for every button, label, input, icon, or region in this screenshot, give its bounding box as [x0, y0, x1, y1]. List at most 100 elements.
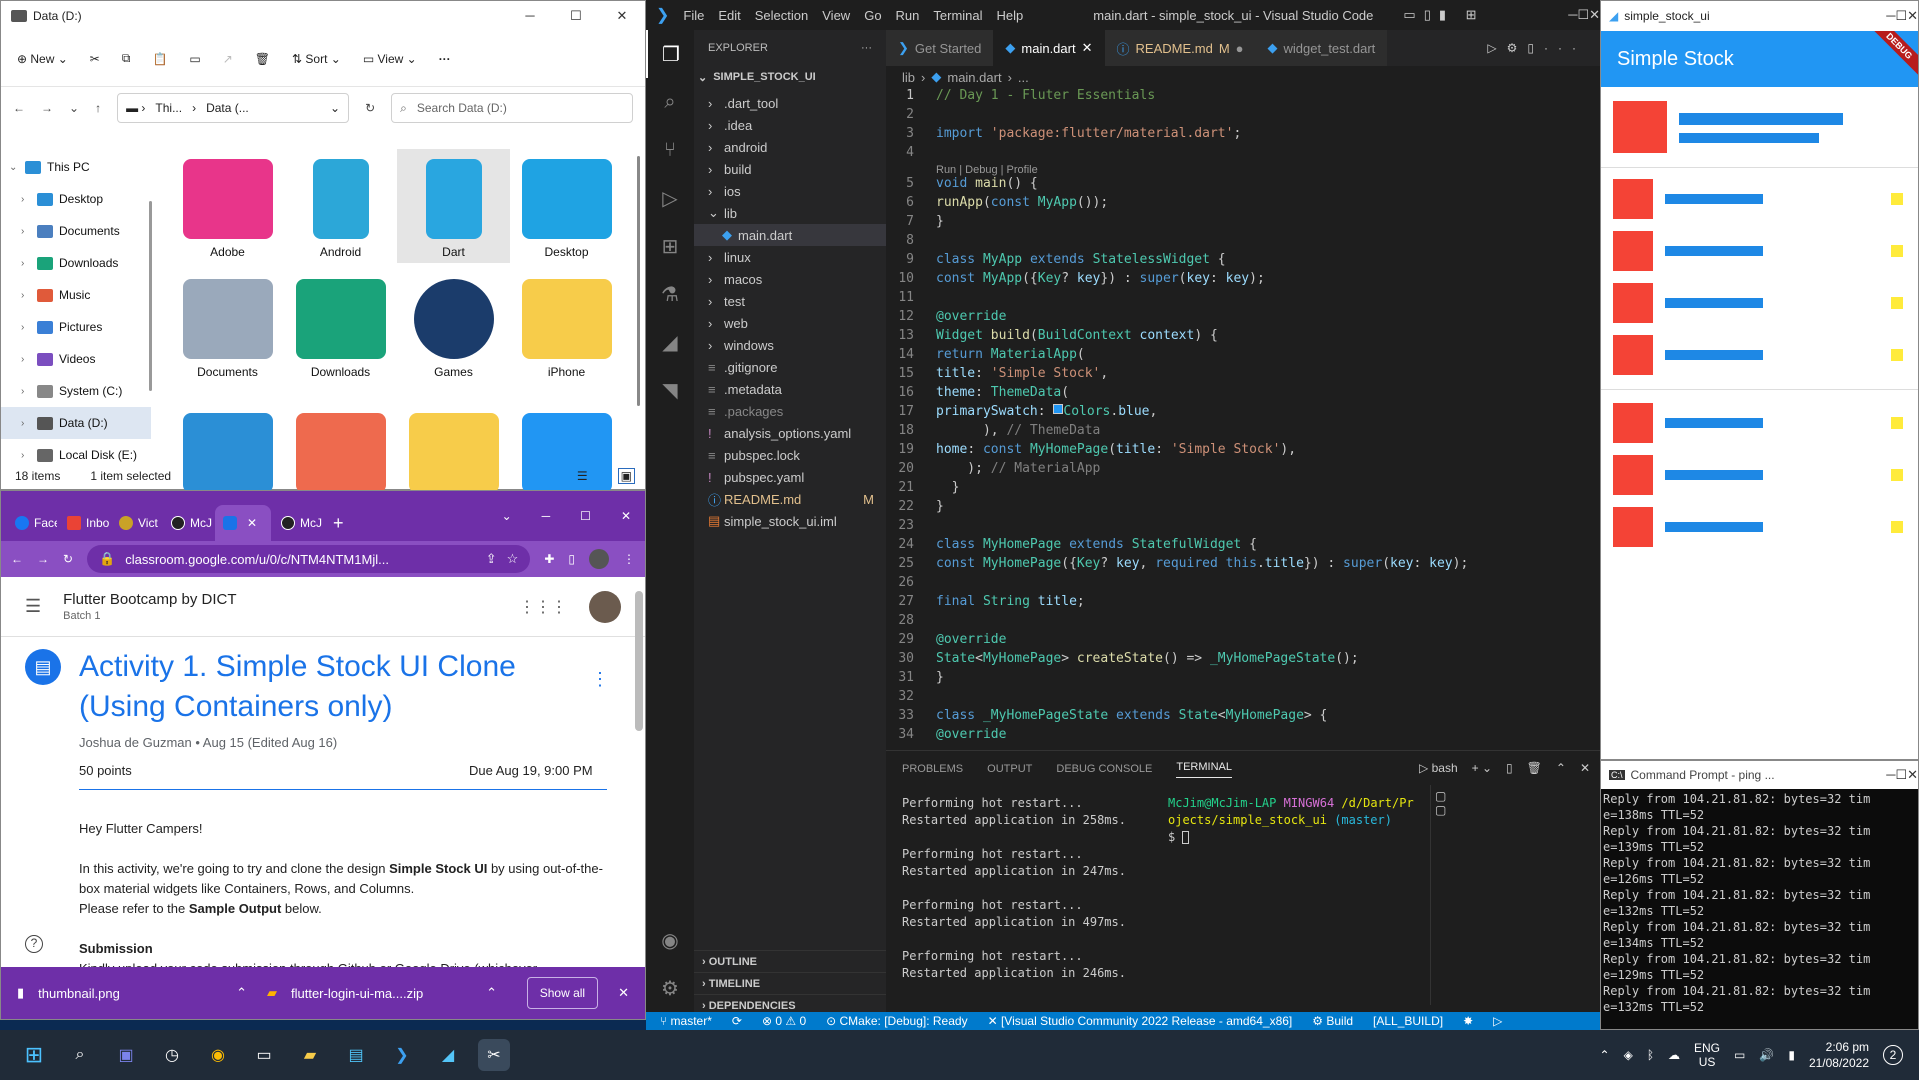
chevron-icon[interactable]: ›: [21, 322, 31, 333]
tree-item[interactable]: ◆ main.dart: [694, 224, 886, 246]
new-button[interactable]: ⊕ New ⌄: [17, 52, 68, 66]
chevron-up-icon[interactable]: ⌃: [236, 985, 247, 1001]
editor-actions[interactable]: ▷⚙▯···: [1487, 41, 1600, 55]
flutter-icon[interactable]: ◢: [646, 318, 694, 366]
back-icon[interactable]: ←: [11, 552, 23, 566]
up-icon[interactable]: ↑: [95, 101, 101, 115]
cmake-kit[interactable]: ✕ [Visual Studio Community 2022 Release …: [988, 1014, 1293, 1028]
menu-edit[interactable]: Edit: [718, 8, 740, 23]
clock[interactable]: 2:06 pm 21/08/2022: [1809, 1039, 1869, 1071]
tab-facebook[interactable]: Face: [7, 505, 57, 541]
explorer-titlebar[interactable]: Data (D:) ─ ☐ ✕: [1, 1, 645, 31]
file-item[interactable]: Downloads: [284, 269, 397, 383]
nav-item-pictures[interactable]: › Pictures: [1, 311, 151, 343]
editor-tab[interactable]: ❯ Get Started: [886, 30, 994, 66]
account-icon[interactable]: ◉: [646, 916, 694, 964]
terminal-tabs[interactable]: ▢ ▢: [1430, 785, 1454, 1005]
download-item[interactable]: ▰ flutter-login-ui-ma....zip ⌃: [267, 985, 497, 1001]
nav-item-data-d-[interactable]: › Data (D:): [1, 407, 151, 439]
search-icon[interactable]: ⌕: [64, 1039, 96, 1071]
tree-item[interactable]: ! analysis_options.yaml: [694, 422, 886, 444]
forward-icon[interactable]: →: [41, 101, 53, 115]
search-input[interactable]: ⌕ Search Data (D:): [391, 93, 633, 123]
snipping-tool-icon[interactable]: ✂: [478, 1039, 510, 1071]
file-explorer-icon[interactable]: ▰: [294, 1039, 326, 1071]
chrome-menu-icon[interactable]: ⋮: [623, 552, 635, 566]
settings-gear-icon[interactable]: ⚙: [646, 964, 694, 1012]
file-item[interactable]: Dart: [397, 149, 510, 263]
chevron-up-icon[interactable]: ⌃: [486, 985, 497, 1001]
widgets-icon[interactable]: ◷: [156, 1039, 188, 1071]
outline-section[interactable]: › OUTLINE: [694, 950, 886, 972]
start-windows-icon[interactable]: ⊞: [18, 1039, 50, 1071]
onedrive-icon[interactable]: ☁: [1668, 1048, 1680, 1062]
view-button[interactable]: ▭ View ⌄: [363, 52, 417, 66]
chevron-icon[interactable]: ⌄: [9, 162, 19, 173]
terminal-output[interactable]: Performing hot restart... Restarted appli…: [902, 795, 1162, 982]
sync-icon[interactable]: ⟳: [732, 1014, 742, 1028]
codelens-run-debug[interactable]: Run | Debug | Profile: [936, 164, 1038, 176]
tree-item[interactable]: › linux: [694, 246, 886, 268]
minimize-button[interactable]: ─: [542, 509, 551, 523]
tree-item[interactable]: › windows: [694, 334, 886, 356]
menu-help[interactable]: Help: [997, 8, 1024, 23]
file-item[interactable]: Games: [397, 269, 510, 383]
terminal-icon[interactable]: ▭: [248, 1039, 280, 1071]
refresh-icon[interactable]: ↻: [365, 101, 375, 115]
tree-item[interactable]: ⓘ README.md M: [694, 488, 886, 510]
breadcrumb-data[interactable]: Data (...: [206, 101, 249, 115]
nav-item-this-pc[interactable]: ⌄ This PC: [1, 151, 151, 183]
menu-terminal[interactable]: Terminal: [933, 8, 982, 23]
tree-item[interactable]: › android: [694, 136, 886, 158]
close-button[interactable]: ✕: [1907, 767, 1918, 782]
testing-icon[interactable]: ⚗: [646, 270, 694, 318]
debug-icon[interactable]: ✸: [1463, 1014, 1473, 1028]
file-item[interactable]: Adobe: [171, 149, 284, 263]
panel-tab-problems[interactable]: PROBLEMS: [902, 763, 963, 775]
chevron-icon[interactable]: ›: [21, 354, 31, 365]
tree-item[interactable]: ▤ simple_stock_ui.iml: [694, 510, 886, 532]
split-terminal-icon[interactable]: ▯: [1506, 761, 1513, 775]
git-branch[interactable]: ⑂ master*: [660, 1014, 712, 1028]
address-bar[interactable]: ▬ › Thi... › Data (... ⌄: [117, 93, 350, 123]
search-icon[interactable]: ⌕: [646, 78, 694, 126]
tiles-view-icon[interactable]: ▣: [617, 468, 635, 484]
close-panel-icon[interactable]: ✕: [1580, 761, 1590, 775]
network-icon[interactable]: ▭: [1734, 1048, 1745, 1062]
run-debug-icon[interactable]: ▷: [646, 174, 694, 222]
nav-item-downloads[interactable]: › Downloads: [1, 247, 151, 279]
editor-tab[interactable]: ⓘ README.md M ●: [1104, 30, 1256, 66]
tree-item[interactable]: ≡ .gitignore: [694, 356, 886, 378]
paste-icon[interactable]: 📋: [152, 52, 167, 66]
nav-item-music[interactable]: › Music: [1, 279, 151, 311]
editor-tab[interactable]: ◆ widget_test.dart: [1255, 30, 1388, 66]
more-icon[interactable]: ···: [861, 42, 872, 54]
tab-vict[interactable]: Vict: [111, 505, 161, 541]
reload-icon[interactable]: ↻: [63, 552, 73, 566]
chevron-icon[interactable]: ›: [21, 450, 31, 461]
new-terminal-icon[interactable]: + ⌄: [1472, 761, 1492, 775]
rename-icon[interactable]: ▭: [189, 52, 200, 66]
tray-chevron-icon[interactable]: ⌃: [1600, 1048, 1610, 1062]
menu-file[interactable]: File: [683, 8, 704, 23]
tree-item[interactable]: ≡ .packages: [694, 400, 886, 422]
breadcrumb-file[interactable]: main.dart: [947, 70, 1001, 85]
nav-scrollbar[interactable]: [149, 201, 152, 391]
notification-badge[interactable]: 2: [1883, 1045, 1903, 1065]
tree-item[interactable]: › ios: [694, 180, 886, 202]
url-bar[interactable]: 🔒 classroom.google.com/u/0/c/NTM4NTM1Mjl…: [87, 545, 531, 573]
tab-gmail[interactable]: Inbo: [59, 505, 109, 541]
menu-run[interactable]: Run: [896, 8, 920, 23]
bluetooth-icon[interactable]: ᛒ: [1647, 1048, 1654, 1062]
maximize-button[interactable]: ☐: [1577, 7, 1589, 22]
chevron-icon[interactable]: ›: [21, 258, 31, 269]
problems-count[interactable]: ⊗ 0 ⚠ 0: [762, 1014, 806, 1028]
cmake-status[interactable]: ⊙ CMake: [Debug]: Ready: [826, 1014, 967, 1028]
profile-avatar[interactable]: [589, 549, 609, 569]
close-button[interactable]: ✕: [599, 8, 645, 24]
help-icon[interactable]: ?: [25, 935, 43, 953]
chrome-icon[interactable]: ◉: [202, 1039, 234, 1071]
menu-selection[interactable]: Selection: [755, 8, 808, 23]
breadcrumb-this-pc[interactable]: Thi...: [155, 101, 182, 115]
battery-icon[interactable]: ▮: [1788, 1048, 1795, 1062]
